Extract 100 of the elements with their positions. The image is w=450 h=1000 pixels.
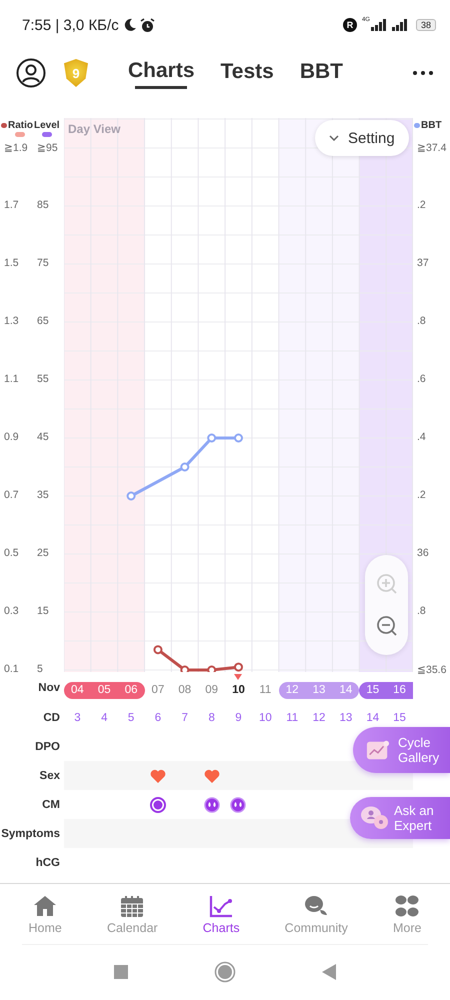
- cycle-day-label: 3: [74, 712, 81, 724]
- row-label: Sex: [38, 770, 61, 782]
- ask-expert-button[interactable]: Ask an Expert: [350, 797, 450, 839]
- axis-tick-label: .8: [417, 315, 426, 327]
- back-icon[interactable]: [322, 964, 336, 980]
- axis-tick-label: ≦35.6: [417, 663, 446, 676]
- date-label[interactable]: 12: [278, 682, 306, 698]
- header-tab[interactable]: Tests: [214, 54, 280, 92]
- axis-tick-label: .2: [417, 489, 426, 501]
- legend-label: BBT: [421, 120, 442, 131]
- data-point: [207, 666, 216, 672]
- axis-tick-label: .6: [417, 373, 426, 385]
- data-point: [180, 462, 190, 472]
- date-label[interactable]: 15: [359, 682, 386, 698]
- moon-icon: [122, 18, 137, 32]
- date-label[interactable]: 16: [386, 682, 413, 698]
- legend-label: Ratio: [8, 120, 33, 131]
- nav-item[interactable]: Home: [24, 884, 66, 945]
- chart-picture-icon: [366, 739, 390, 761]
- more-icon: [394, 894, 420, 918]
- axis-tick-label: 0.7: [4, 489, 19, 501]
- date-label[interactable]: 10: [225, 682, 252, 698]
- axis-tick-label: .2: [417, 199, 426, 211]
- date-label[interactable]: 13: [306, 682, 332, 698]
- date-label[interactable]: 04: [64, 682, 91, 698]
- axis-tick-label: 1.7: [4, 199, 19, 211]
- axis-tick-label: 25: [37, 547, 49, 559]
- profile-icon[interactable]: [16, 58, 46, 88]
- calendar-icon: [119, 894, 146, 918]
- date-label[interactable]: 05: [90, 682, 118, 698]
- axis-tick-label: 85: [37, 199, 49, 211]
- chat-bubbles-icon: [360, 805, 390, 831]
- nav-item[interactable]: More: [388, 884, 426, 945]
- data-point: [153, 645, 162, 654]
- community-icon: [303, 894, 330, 918]
- data-point: [234, 662, 243, 672]
- axis-tick-label: 5: [37, 663, 43, 675]
- axis-tick-label: 37: [417, 257, 429, 269]
- row-label: Symptoms: [0, 828, 61, 840]
- header-tab[interactable]: BBT: [294, 54, 350, 92]
- date-label[interactable]: 08: [171, 682, 198, 698]
- date-label[interactable]: 09: [198, 682, 226, 698]
- date-label[interactable]: 06: [118, 682, 145, 698]
- data-point: [207, 434, 216, 442]
- axis-tick-label: 0.1: [4, 663, 19, 675]
- date-label[interactable]: 14: [332, 682, 360, 698]
- date-label[interactable]: 11: [252, 682, 279, 698]
- alarm-icon: [140, 18, 155, 32]
- row-label: CM: [41, 798, 61, 810]
- axis-tick-label: ≧37.4: [417, 141, 446, 154]
- status-time: 7:55 | 3,0 КБ/с: [22, 16, 119, 34]
- view-label: Day View: [68, 122, 120, 136]
- axis-tick-label: .4: [417, 431, 426, 443]
- axis-tick-label: 45: [37, 431, 49, 443]
- data-point: [234, 434, 243, 442]
- month-label: Nov: [37, 682, 61, 694]
- axis-tick-label: 0.9: [4, 431, 19, 443]
- cycle-day-label: 9: [235, 712, 242, 724]
- axis-tick-label: ≧1.9: [4, 141, 28, 154]
- axis-tick-label: 0.3: [4, 605, 19, 617]
- nav-item[interactable]: Community: [280, 884, 352, 945]
- axis-tick-label: 35: [37, 489, 49, 501]
- home-circle-icon[interactable]: [214, 961, 236, 983]
- cycle-day-label: 12: [312, 712, 326, 724]
- signal-icon: [370, 19, 388, 31]
- cycle-day-label: 7: [182, 712, 188, 724]
- cycle-day-label: 13: [339, 712, 352, 724]
- cycle-gallery-button[interactable]: Cycle Gallery: [353, 727, 450, 773]
- data-point: [180, 666, 190, 672]
- axis-tick-label: 55: [37, 373, 49, 385]
- axis-tick-label: 36: [417, 547, 429, 559]
- nav-item[interactable]: Charts: [198, 884, 244, 945]
- row-label: CD: [42, 712, 61, 724]
- legend-label: Level: [34, 120, 60, 131]
- axis-tick-label: 75: [37, 257, 49, 269]
- row-label: hCG: [34, 856, 61, 868]
- cycle-day-label: 11: [286, 712, 298, 724]
- axis-tick-label: 1.3: [4, 315, 19, 327]
- cycle-day-label: 10: [258, 712, 272, 724]
- axis-tick-label: 65: [37, 315, 49, 327]
- axis-tick-label: 0.5: [4, 547, 19, 559]
- nav-item[interactable]: Calendar: [102, 884, 162, 945]
- status-indicator: R: [342, 18, 357, 32]
- more-icon[interactable]: [412, 70, 434, 76]
- chevron-down-icon: [329, 135, 339, 141]
- axis-tick-label: 1.5: [4, 257, 19, 269]
- cycle-day-label: 8: [208, 712, 215, 724]
- date-label[interactable]: 07: [144, 682, 172, 698]
- battery-indicator: 38: [416, 19, 436, 31]
- signal-icon: [390, 19, 409, 31]
- setting-button[interactable]: Setting: [315, 120, 409, 156]
- row-label: DPO: [34, 740, 61, 752]
- zoom-out-icon[interactable]: [376, 615, 398, 637]
- charts-icon: [208, 894, 234, 918]
- cycle-day-label: 14: [366, 712, 380, 724]
- home-icon: [32, 894, 58, 918]
- axis-tick-label: 15: [37, 605, 49, 617]
- cycle-day-label: 5: [128, 712, 134, 724]
- axis-tick-label: 1.1: [4, 373, 19, 385]
- cycle-day-label: 6: [154, 712, 162, 724]
